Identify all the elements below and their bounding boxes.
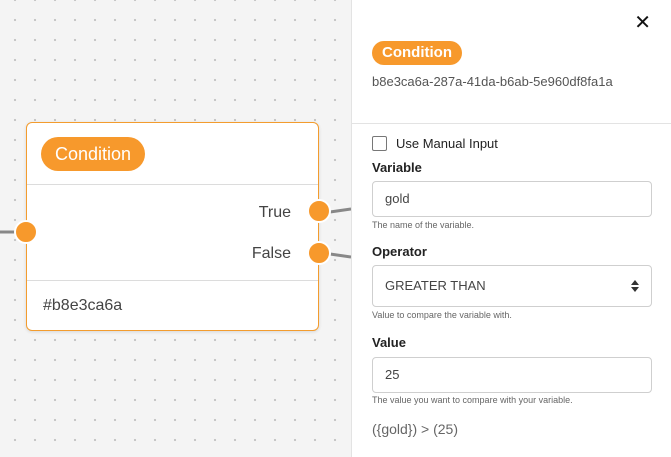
node-type-badge: Condition <box>41 137 146 171</box>
node-header: Condition <box>27 123 318 185</box>
close-icon[interactable]: ✕ <box>634 12 651 34</box>
condition-expression: ({gold}) > (25) <box>372 421 458 437</box>
operator-select[interactable]: GREATER THAN <box>372 265 652 307</box>
panel-type-badge: Condition <box>372 41 462 65</box>
value-input[interactable]: 25 <box>372 357 652 393</box>
flow-canvas[interactable]: Condition True False #b8e3ca6a <box>0 0 351 457</box>
input-port[interactable] <box>14 220 38 244</box>
manual-input-toggle[interactable]: Use Manual Input <box>372 136 498 151</box>
operator-selected-value: GREATER THAN <box>385 278 486 293</box>
condition-node[interactable]: Condition True False #b8e3ca6a <box>14 122 331 331</box>
select-arrows-icon <box>631 280 639 292</box>
operator-help: Value to compare the variable with. <box>372 310 512 320</box>
node-uuid: b8e3ca6a-287a-41da-b6ab-5e960df8fa1a <box>372 74 613 89</box>
manual-input-checkbox[interactable] <box>372 136 387 151</box>
output-port-false[interactable] <box>307 241 331 265</box>
edge-true <box>329 207 351 214</box>
variable-input[interactable]: gold <box>372 181 652 217</box>
edge-false <box>329 252 351 259</box>
output-true-label: True <box>258 204 291 221</box>
variable-help: The name of the variable. <box>372 220 475 230</box>
variable-label: Variable <box>372 160 422 175</box>
output-port-true[interactable] <box>307 199 331 223</box>
properties-panel: ✕ Condition b8e3ca6a-287a-41da-b6ab-5e96… <box>351 0 671 457</box>
node-outputs: True False <box>27 185 318 281</box>
manual-input-label: Use Manual Input <box>396 136 498 151</box>
node-id-label: #b8e3ca6a <box>43 297 123 314</box>
value-help: The value you want to compare with your … <box>372 395 573 405</box>
value-label: Value <box>372 335 406 350</box>
output-false-label: False <box>251 245 291 262</box>
operator-label: Operator <box>372 244 427 259</box>
panel-divider <box>352 123 671 124</box>
